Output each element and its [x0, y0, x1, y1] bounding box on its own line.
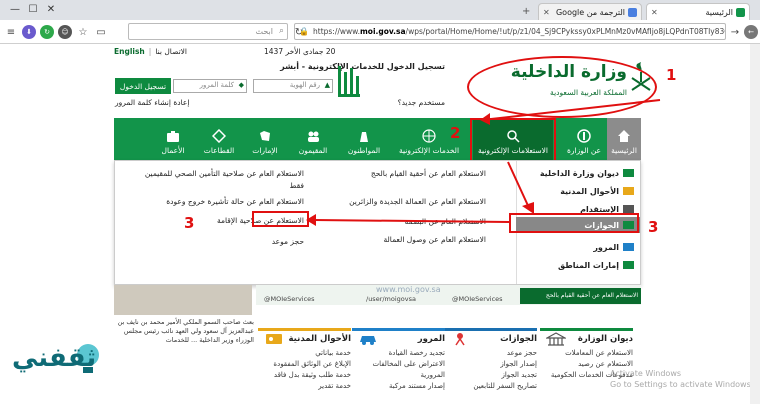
- forward-icon[interactable]: →: [728, 25, 742, 39]
- hajj-strip[interactable]: الاستعلام العام عن أحقية القيام بالحج: [520, 288, 641, 304]
- browser-toolbar: ≡ ⬇ ↻ ☺ ☆ ▭ ابحث ⌕ ↻ 🔒 https://www.moi.g…: [0, 20, 760, 44]
- recruitment-icon: [623, 205, 634, 213]
- news-text[interactable]: بعث صاحب السمو الملكي الأمير محمد بن ناي…: [114, 318, 254, 345]
- map-icon: [260, 131, 270, 141]
- annotation-3-right: 3: [648, 218, 659, 236]
- id-card-icon: [623, 187, 634, 195]
- hijri-date: 20 جمادى الأخر 1437: [264, 46, 336, 56]
- map-icon: [623, 261, 634, 269]
- minimize-button[interactable]: —: [6, 2, 24, 16]
- refresh-extension-icon[interactable]: ↻: [40, 25, 54, 39]
- watermark-text: ثقفني: [12, 343, 97, 373]
- translate-icon: [628, 7, 637, 17]
- briefcase-icon: [167, 131, 179, 142]
- link-book-appointment[interactable]: حجز موعد: [272, 237, 304, 246]
- tab-home[interactable]: الرئيسية ✕: [646, 3, 750, 20]
- key-icon: ◆: [238, 81, 244, 89]
- thaqafni-watermark: ثقفني: [12, 335, 107, 393]
- absher-login-box: تسجيل الدخول للخدمات الإلكترونية - أبشر …: [115, 62, 445, 112]
- citizen-icon: [360, 132, 368, 142]
- bookmark-icon[interactable]: ▭: [94, 25, 108, 39]
- maximize-button[interactable]: ☐: [24, 2, 42, 16]
- nav-citizens[interactable]: المواطنون: [339, 118, 389, 160]
- reset-password-link[interactable]: إعادة إنشاء كلمة المرور: [115, 98, 189, 107]
- ministry-icon: [546, 332, 566, 346]
- new-user-link[interactable]: مستخدم جديد؟: [398, 98, 445, 107]
- annotation-arrow-2: [507, 161, 534, 214]
- link-worker-arrival[interactable]: الاستعلام العام عن وصول العمالة: [383, 235, 486, 244]
- tab-google-translate[interactable]: الترجمة من Google ✕: [538, 3, 642, 20]
- lock-icon: 🔒: [299, 27, 309, 36]
- new-tab-button[interactable]: +: [522, 6, 530, 17]
- nav-residents[interactable]: المقيمون: [289, 118, 337, 160]
- vertical-scrollbar[interactable]: [750, 44, 760, 404]
- nav-business[interactable]: الأعمال: [151, 118, 195, 160]
- star-icon[interactable]: ☆: [76, 25, 90, 39]
- ministry-icon: [623, 169, 634, 177]
- annotation-arrow-1: [480, 99, 661, 125]
- twitter-handle-1[interactable]: @MOIeServices: [452, 295, 503, 303]
- link-health-insurance-only[interactable]: فقط: [290, 181, 305, 190]
- car-icon: [360, 336, 376, 345]
- download-icon[interactable]: ⬇: [22, 25, 36, 39]
- col-passports: الجوازات حجز موعد إصدار الجواز تجديد الج…: [444, 328, 537, 408]
- user-icon: ▲: [324, 81, 330, 89]
- national-id-field[interactable]: رقم الهوية ▲: [253, 79, 333, 93]
- moi-favicon-icon: [736, 7, 745, 17]
- login-title: تسجيل الدخول للخدمات الإلكترونية - أبشر: [280, 62, 445, 71]
- annotation-2: 2: [450, 124, 461, 142]
- nav-sectors[interactable]: القطاعات: [197, 118, 241, 160]
- annotation-box-passports: [509, 213, 639, 233]
- link-health-insurance[interactable]: الاستعلام العام عن صلاحية التأمين الصحي …: [145, 169, 304, 178]
- activate-windows-notice: Activate Windows Go to Settings to activ…: [610, 369, 754, 389]
- password-field[interactable]: كلمة المرور ◆: [173, 79, 247, 93]
- link-exit-reentry-visa[interactable]: الاستعلام العام عن حالة تأشيرة خروج وعود…: [166, 197, 304, 206]
- english-link[interactable]: English: [114, 47, 145, 56]
- close-tab-icon[interactable]: ✕: [543, 8, 550, 17]
- side-emirates[interactable]: إمارات المناطق: [522, 257, 634, 273]
- annotation-1: 1: [666, 66, 677, 84]
- link-new-workers[interactable]: الاستعلام العام عن العمالة الجديدة والزا…: [349, 197, 486, 206]
- site-url: www.moi.gov.sa: [376, 285, 441, 294]
- menu-icon[interactable]: ≡: [4, 25, 18, 39]
- col-civil-affairs: الأحوال المدنية خدمة بياناتي الإبلاغ عن …: [258, 328, 351, 408]
- link-hajj-eligibility[interactable]: الاستعلام العام عن أحقية القيام بالحج: [371, 169, 486, 178]
- col-traffic: المرور تجديد رخصة القيادة الاعتراض على ا…: [352, 328, 445, 408]
- passport-icon: [455, 333, 465, 346]
- nav-emirates[interactable]: الإمارات: [243, 118, 287, 160]
- search-icon: ⌕: [278, 26, 284, 36]
- close-window-button[interactable]: ✕: [42, 2, 60, 16]
- browser-search-input[interactable]: ابحث ⌕: [128, 23, 288, 40]
- login-button[interactable]: تسجيل الدخول: [115, 78, 171, 94]
- youtube-handle[interactable]: /user/moigovsa: [366, 295, 416, 303]
- contact-link[interactable]: الاتصال بنا: [155, 47, 187, 56]
- smiley-icon[interactable]: ☺: [58, 25, 72, 39]
- back-icon[interactable]: ←: [744, 25, 758, 39]
- news-photo[interactable]: [114, 285, 252, 315]
- sectors-icon: [212, 129, 226, 143]
- annotation-3-left: 3: [184, 214, 195, 232]
- id-card-icon: [266, 334, 282, 344]
- close-tab-icon[interactable]: ✕: [651, 8, 658, 17]
- annotation-arrow-3: [306, 214, 511, 226]
- browser-tab-bar: — ☐ ✕ + الترجمة من Google ✕ الرئيسية ✕: [0, 0, 760, 20]
- car-icon: [623, 243, 634, 251]
- address-bar[interactable]: 🔒 https://www.moi.gov.sa/wps/portal/Home…: [294, 23, 726, 40]
- globe-icon: [422, 129, 436, 143]
- side-traffic[interactable]: المرور: [522, 239, 634, 255]
- twitter-handle-2[interactable]: @MOIeServices: [264, 295, 315, 303]
- absher-logo-icon: [338, 66, 360, 97]
- residents-icon: [308, 131, 319, 142]
